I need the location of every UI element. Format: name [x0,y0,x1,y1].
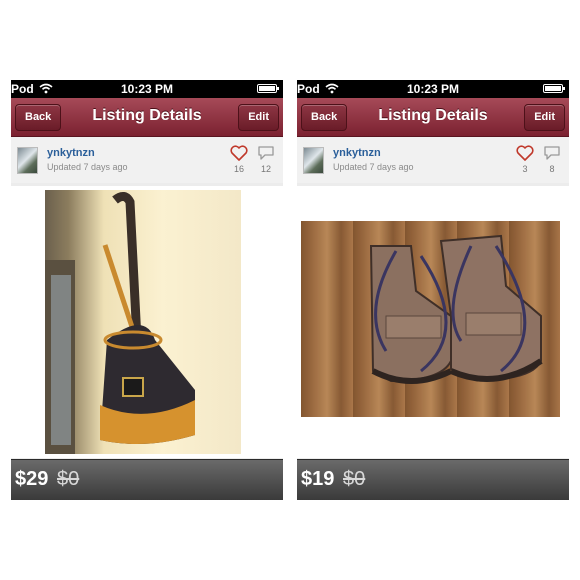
like-button[interactable]: 16 [228,145,250,174]
status-bar: Pod 10:23 PM [297,80,569,98]
edit-button[interactable]: Edit [524,104,565,131]
price-current: $19 [301,468,335,490]
comment-count: 12 [260,164,271,174]
listing-photo[interactable] [301,221,560,417]
battery-icon [543,84,565,93]
listing-screen-1: Pod 10:23 PM Back Listing Details Edit y… [11,80,283,500]
updated-timestamp: Updated 7 days ago [333,162,414,172]
listing-screen-2: Pod 10:23 PM Back Listing Details Edit y… [297,80,569,500]
heart-icon [516,145,534,161]
seller-username[interactable]: ynkytnzn [47,147,95,159]
photo-area [11,186,283,458]
boots-image [301,221,560,417]
avatar[interactable] [303,147,324,174]
clock: 10:23 PM [120,82,174,96]
photo-area [297,186,569,458]
updated-timestamp: Updated 7 days ago [47,162,128,172]
comment-count: 8 [549,164,555,174]
battery-icon [257,84,279,93]
price-current: $29 [15,468,49,490]
like-count: 16 [233,164,244,174]
comment-button[interactable]: 12 [255,145,277,174]
listing-photo[interactable] [45,190,241,454]
speech-bubble-icon [544,146,560,160]
comment-button[interactable]: 8 [541,145,563,174]
price-original: $0 [343,468,366,490]
heart-icon [230,145,248,161]
bucket-bag-image [45,192,195,454]
edit-button[interactable]: Edit [238,104,279,131]
avatar[interactable] [17,147,38,174]
speech-bubble-icon [258,146,274,160]
like-button[interactable]: 3 [514,145,536,174]
clock: 10:23 PM [406,82,460,96]
seller-username[interactable]: ynkytnzn [333,147,381,159]
nav-bar: Back Listing Details Edit [297,98,569,137]
status-bar: Pod 10:23 PM [11,80,283,98]
like-count: 3 [522,164,528,174]
seller-row: ynkytnzn Updated 7 days ago 3 8 [297,137,569,183]
seller-row: ynkytnzn Updated 7 days ago 16 12 [11,137,283,183]
price-bar: $19 $0 [297,459,569,500]
price-bar: $29 $0 [11,459,283,500]
price-original: $0 [57,468,80,490]
nav-bar: Back Listing Details Edit [11,98,283,137]
